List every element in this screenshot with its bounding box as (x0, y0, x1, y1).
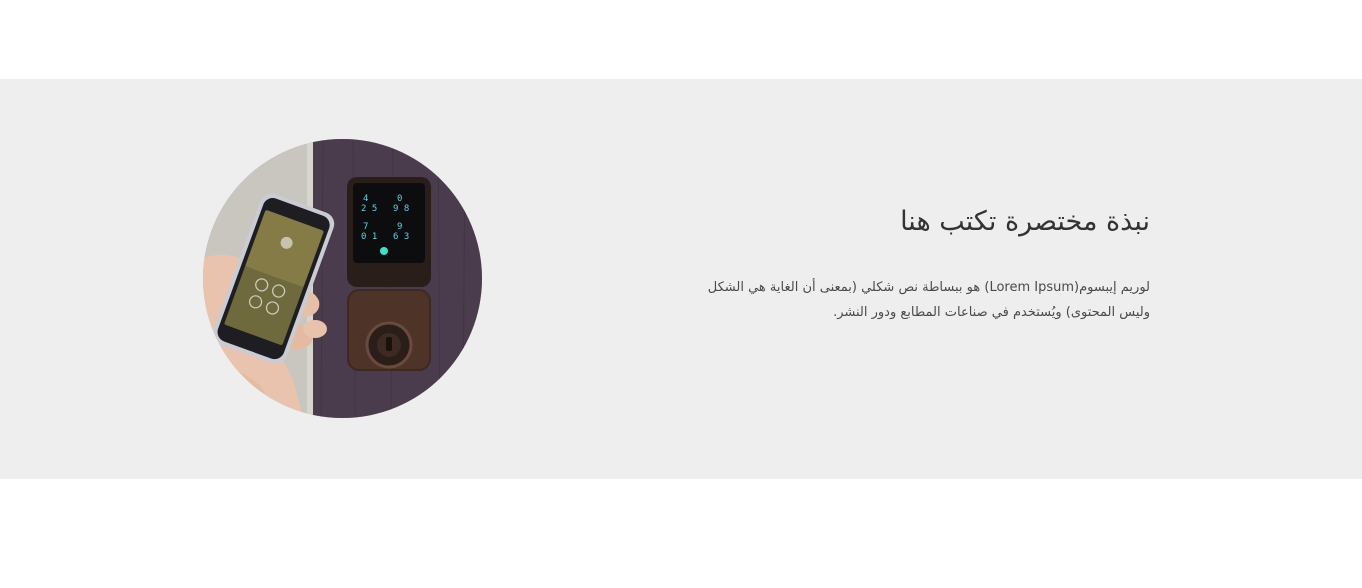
about-text-block: نبذة مختصرة تكتب هنا لوريم إيبسوم(Lorem … (680, 203, 1150, 325)
svg-text:0: 0 (397, 194, 402, 204)
svg-text:7: 7 (363, 222, 368, 232)
svg-text:4: 4 (363, 194, 368, 204)
svg-text:6 3: 6 3 (393, 232, 409, 242)
section-paragraph: لوريم إيبسوم(Lorem Ipsum) هو ببساطة نص ش… (707, 280, 1150, 320)
svg-text:0 1: 0 1 (361, 232, 377, 242)
svg-text:2 5: 2 5 (361, 204, 377, 214)
svg-text:9 8: 9 8 (393, 204, 409, 214)
smart-lock-photo: 4 0 2 5 9 8 7 9 0 1 6 3 (203, 139, 482, 418)
svg-text:9: 9 (397, 222, 402, 232)
about-section: 4 0 2 5 9 8 7 9 0 1 6 3 نبذة مختصرة تكتب هنا… (0, 79, 1362, 479)
section-heading: نبذة مختصرة تكتب هنا (900, 206, 1150, 237)
page: 4 0 2 5 9 8 7 9 0 1 6 3 نبذة مختصرة تكتب هنا… (0, 0, 1362, 588)
